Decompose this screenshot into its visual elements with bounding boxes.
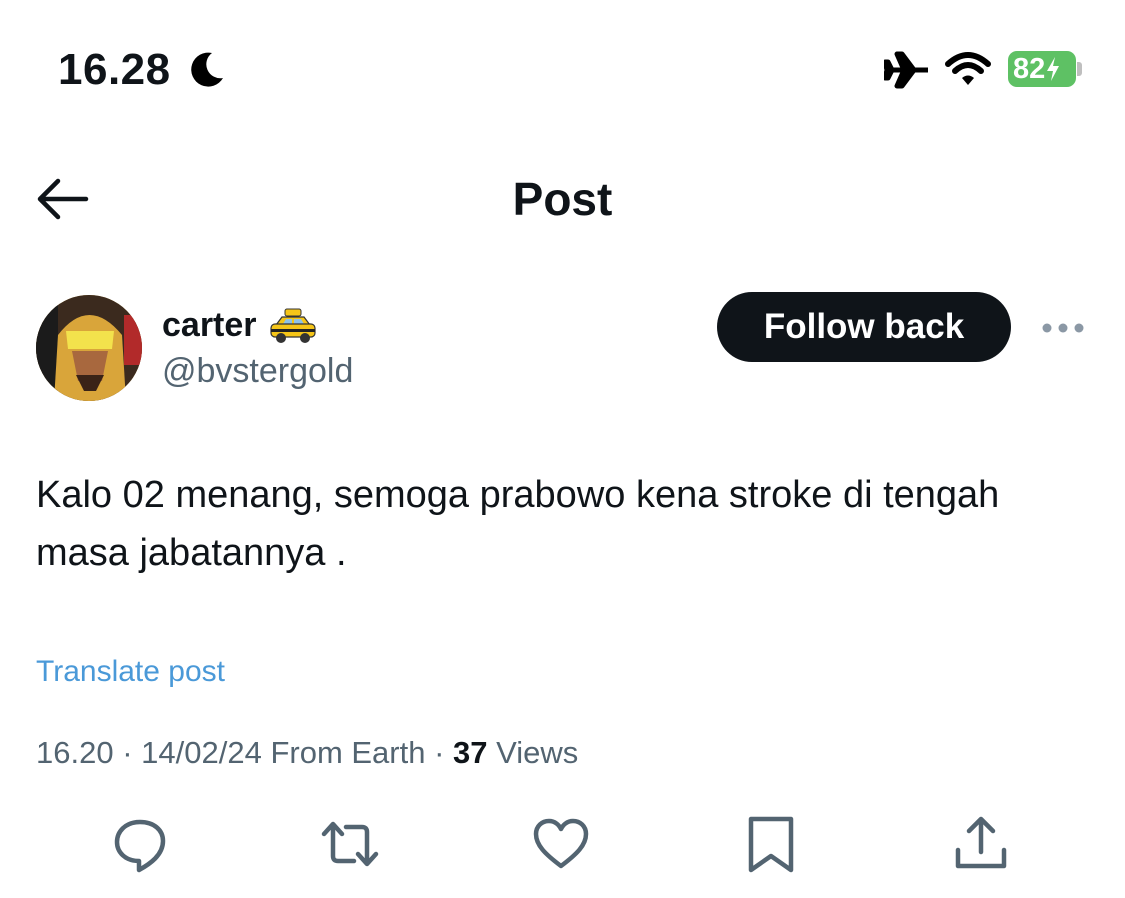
airplane-icon <box>884 51 928 89</box>
views-label: Views <box>496 735 579 770</box>
charging-icon <box>1047 57 1060 81</box>
repost-icon <box>321 821 379 867</box>
author-handle[interactable]: @bvstergold <box>162 351 353 391</box>
battery-indicator: 82 <box>1008 51 1076 87</box>
follow-back-button[interactable]: Follow back <box>717 292 1011 362</box>
avatar[interactable] <box>36 295 142 401</box>
battery-cap <box>1077 62 1082 76</box>
bookmark-icon <box>748 816 794 873</box>
more-options-icon[interactable] <box>1040 318 1086 338</box>
translate-post-link[interactable]: Translate post <box>36 653 225 691</box>
wifi-icon <box>945 52 991 85</box>
like-icon <box>533 818 589 869</box>
bookmark-button[interactable] <box>741 814 801 874</box>
views-count[interactable]: 37 <box>453 735 487 770</box>
tweet-metadata: 16.20 · 14/02/24 From Earth · 37 Views <box>36 735 579 770</box>
status-time: 16.28 <box>58 45 171 94</box>
reply-button[interactable] <box>110 814 170 874</box>
taxi-emoji-icon <box>270 308 316 343</box>
share-icon <box>955 816 1007 869</box>
battery-level: 82 <box>1013 53 1046 85</box>
tweet-text: Kalo 02 menang, semoga prabowo kena stro… <box>36 474 1000 574</box>
share-button[interactable] <box>951 814 1011 874</box>
tweet-time: 16.20 <box>36 735 114 770</box>
author-display-name[interactable]: carter <box>162 305 257 345</box>
avatar-image <box>36 295 142 401</box>
like-button[interactable] <box>531 814 591 874</box>
moon-icon <box>191 52 223 87</box>
reply-icon <box>114 819 166 873</box>
tweet-date: 14/02/24 <box>141 735 262 770</box>
repost-button[interactable] <box>320 814 380 874</box>
tweet-source: From Earth <box>270 735 426 770</box>
page-title: Post <box>512 173 613 225</box>
